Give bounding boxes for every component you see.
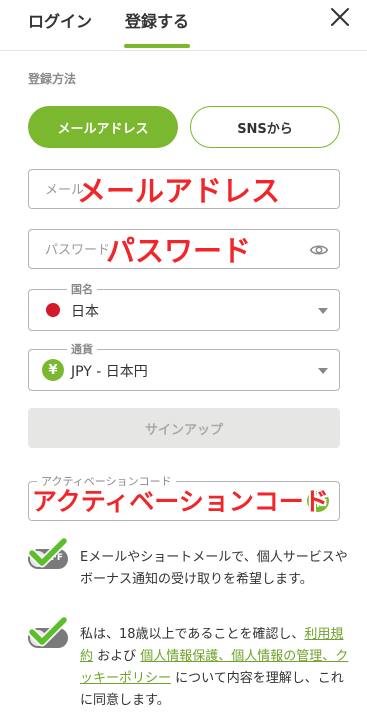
chevron-down-icon <box>318 308 328 314</box>
annotation-activation-code: アクティベーションコード <box>32 487 329 516</box>
marketing-consent-text: Eメールやショートメールで、個人サービスやボーナス通知の受け取りを希望します。 <box>80 550 348 587</box>
country-select[interactable]: 国名 日本 <box>28 281 340 331</box>
currency-label: 通貨 <box>67 341 97 357</box>
terms-prefix: 私は、18歳以上であることを確認し、 <box>80 627 305 642</box>
active-tab-indicator <box>124 44 190 48</box>
signup-button[interactable]: サインアップ <box>28 408 340 448</box>
chevron-down-icon <box>318 368 328 374</box>
currency-value: JPY - 日本円 <box>71 364 148 380</box>
currency-select[interactable]: 通貨 ¥ JPY - 日本円 <box>28 341 340 391</box>
method-email-button[interactable]: メールアドレス <box>28 106 178 148</box>
annotation-password: パスワード <box>106 234 252 268</box>
eye-icon[interactable] <box>309 240 329 260</box>
tab-login[interactable]: ログイン <box>28 8 92 32</box>
annotation-email: メールアドレス <box>77 174 281 208</box>
terms-consent-text: 私は、18歳以上であることを確認し、利用規約 および 個人情報保護、個人情報の管… <box>80 624 350 712</box>
registration-method-label: 登録方法 <box>28 72 77 86</box>
method-sns-button[interactable]: SNSから <box>190 106 340 148</box>
auth-tabs: ログイン 登録する <box>0 0 367 51</box>
close-icon[interactable] <box>328 5 352 29</box>
checkmark-icon <box>28 616 68 647</box>
terms-and: および <box>93 649 141 664</box>
tab-register[interactable]: 登録する <box>125 8 189 32</box>
country-label: 国名 <box>67 281 97 297</box>
yen-icon: ¥ <box>42 359 64 381</box>
checkmark-icon <box>28 537 68 568</box>
country-value: 日本 <box>71 304 99 320</box>
japan-flag-icon <box>46 303 60 317</box>
